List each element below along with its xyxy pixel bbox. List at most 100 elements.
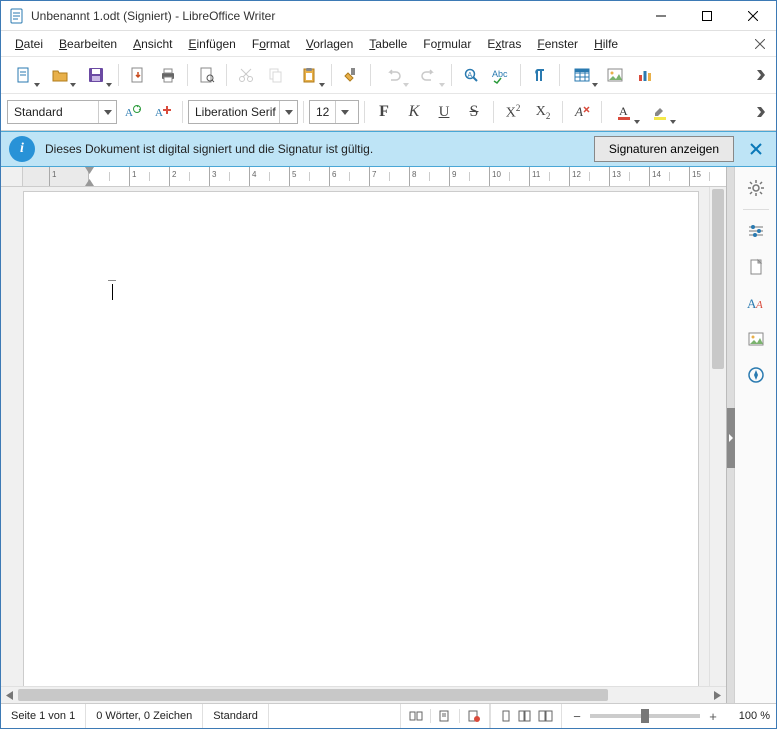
menu-formular[interactable]: Formular [415, 34, 479, 54]
insert-table-button[interactable] [565, 61, 599, 89]
menu-einfuegen[interactable]: Einfügen [180, 34, 243, 54]
sidebar-properties-button[interactable] [741, 216, 771, 246]
signature-status-icon[interactable] [465, 708, 483, 724]
subscript-button[interactable]: X2 [529, 98, 557, 126]
status-page-style[interactable]: Standard [203, 704, 269, 728]
ruler-corner [1, 167, 23, 186]
superscript-button[interactable]: X2 [499, 98, 527, 126]
menu-datei[interactable]: Datei [7, 34, 51, 54]
sidebar-page-button[interactable] [741, 252, 771, 282]
new-button[interactable] [7, 61, 41, 89]
separator [451, 64, 452, 86]
separator [303, 101, 304, 123]
sidebar-settings-button[interactable] [741, 173, 771, 203]
copy-button[interactable] [262, 61, 290, 89]
chevron-down-icon[interactable] [98, 101, 116, 123]
multi-page-view-button[interactable] [517, 708, 535, 724]
minimize-button[interactable] [638, 1, 684, 30]
menu-hilfe[interactable]: Hilfe [586, 34, 626, 54]
app-window: Unbenannt 1.odt (Signiert) - LibreOffice… [0, 0, 777, 729]
font-name-combo[interactable]: Liberation Serif [188, 100, 298, 124]
scroll-left-button[interactable] [1, 687, 18, 704]
find-replace-button[interactable]: A [457, 61, 485, 89]
show-signatures-button[interactable]: Signaturen anzeigen [594, 136, 734, 162]
menubar: Datei Bearbeiten Ansicht Einfügen Format… [1, 31, 776, 57]
zoom-in-button[interactable]: + [706, 709, 720, 723]
selection-mode-icon[interactable] [436, 708, 454, 724]
chevron-down-icon[interactable] [279, 101, 297, 123]
update-style-button[interactable]: A [119, 98, 147, 126]
print-preview-button[interactable] [193, 61, 221, 89]
sidebar-collapse-handle[interactable] [727, 408, 735, 468]
save-button[interactable] [79, 61, 113, 89]
sidebar-styles-button[interactable]: AA [741, 288, 771, 318]
horizontal-scrollbar[interactable] [1, 686, 726, 703]
page[interactable] [23, 191, 699, 686]
clear-formatting-button[interactable]: A [568, 98, 596, 126]
underline-button[interactable]: U [430, 98, 458, 126]
horizontal-ruler[interactable]: 112345678910111213141516 [1, 167, 726, 187]
paste-button[interactable] [292, 61, 326, 89]
undo-button[interactable] [376, 61, 410, 89]
menu-vorlagen[interactable]: Vorlagen [298, 34, 361, 54]
status-page[interactable]: Seite 1 von 1 [1, 704, 86, 728]
first-line-indent-marker[interactable] [85, 167, 94, 175]
zoom-percent[interactable]: 100 % [728, 710, 776, 722]
sidebar-navigator-button[interactable] [741, 360, 771, 390]
formatting-marks-button[interactable] [526, 61, 554, 89]
menu-ansicht[interactable]: Ansicht [125, 34, 180, 54]
insert-chart-button[interactable] [631, 61, 659, 89]
insert-image-button[interactable] [601, 61, 629, 89]
signature-info-text: Dieses Dokument ist digital signiert und… [45, 142, 584, 156]
sidebar-gallery-button[interactable] [741, 324, 771, 354]
svg-text:A: A [619, 104, 628, 118]
menu-extras[interactable]: Extras [479, 34, 529, 54]
menu-fenster[interactable]: Fenster [529, 34, 586, 54]
scroll-right-button[interactable] [709, 687, 726, 704]
strikethrough-button[interactable]: S [460, 98, 488, 126]
scrollbar-thumb[interactable] [712, 189, 724, 369]
left-indent-marker[interactable] [85, 178, 94, 186]
document-area: 112345678910111213141516 [1, 167, 726, 703]
menu-tabelle[interactable]: Tabelle [361, 34, 415, 54]
insert-mode-icon[interactable] [407, 708, 425, 724]
zoom-slider[interactable] [590, 714, 700, 718]
redo-button[interactable] [412, 61, 446, 89]
clone-formatting-button[interactable] [337, 61, 365, 89]
vertical-scrollbar[interactable] [709, 187, 726, 686]
separator [430, 709, 431, 723]
menu-format[interactable]: Format [244, 34, 298, 54]
scrollbar-thumb[interactable] [18, 689, 608, 701]
close-button[interactable] [730, 1, 776, 30]
spellcheck-button[interactable]: Abc [487, 61, 515, 89]
font-name-value: Liberation Serif [189, 105, 279, 119]
menu-bearbeiten[interactable]: Bearbeiten [51, 34, 125, 54]
chevron-down-icon[interactable] [335, 101, 353, 123]
single-page-view-button[interactable] [497, 708, 515, 724]
document-viewport[interactable] [1, 187, 709, 686]
book-view-button[interactable] [537, 708, 555, 724]
paragraph-style-combo[interactable]: Standard [7, 100, 117, 124]
zoom-control: − + [562, 709, 728, 723]
toolbar-overflow-button[interactable] [752, 61, 770, 89]
new-style-button[interactable]: A [149, 98, 177, 126]
infobar-close-button[interactable] [744, 137, 768, 161]
titlebar: Unbenannt 1.odt (Signiert) - LibreOffice… [1, 1, 776, 31]
bold-button[interactable]: F [370, 98, 398, 126]
zoom-slider-thumb[interactable] [641, 709, 649, 723]
highlight-color-button[interactable] [643, 98, 677, 126]
italic-button[interactable]: K [400, 98, 428, 126]
zoom-out-button[interactable]: − [570, 709, 584, 723]
export-pdf-button[interactable] [124, 61, 152, 89]
close-document-button[interactable] [750, 34, 770, 54]
svg-text:A: A [155, 107, 163, 119]
font-color-button[interactable]: A [607, 98, 641, 126]
open-button[interactable] [43, 61, 77, 89]
maximize-button[interactable] [684, 1, 730, 30]
status-word-count[interactable]: 0 Wörter, 0 Zeichen [86, 704, 203, 728]
toolbar-overflow-button[interactable] [752, 98, 770, 126]
print-button[interactable] [154, 61, 182, 89]
cut-button[interactable] [232, 61, 260, 89]
separator [182, 101, 183, 123]
font-size-combo[interactable]: 12 [309, 100, 359, 124]
